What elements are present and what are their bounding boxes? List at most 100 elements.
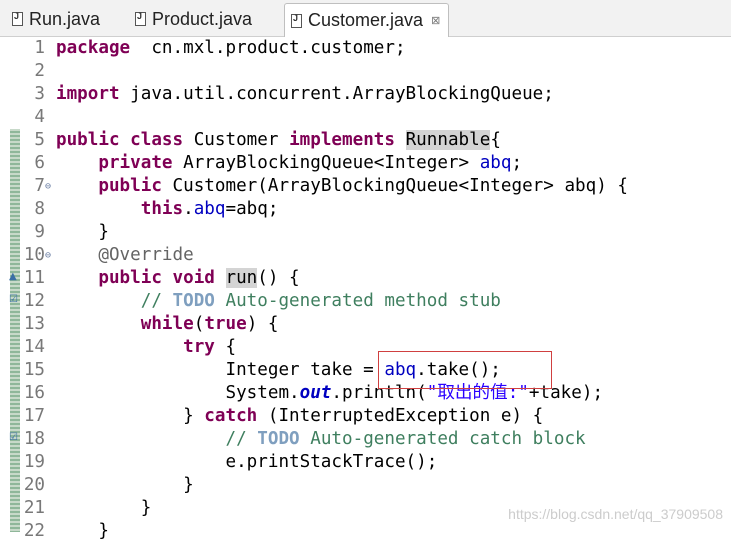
code-token: package: [56, 38, 131, 58]
line-number: 4: [34, 107, 45, 127]
fold-toggle-icon[interactable]: ⊖: [45, 244, 51, 267]
code-line[interactable]: 6 private ArrayBlockingQueue<Integer> ab…: [0, 152, 731, 175]
code-line[interactable]: 2: [0, 60, 731, 83]
code-token: ArrayBlockingQueue<Integer>: [172, 153, 480, 173]
code-text: public Customer(ArrayBlockingQueue<Integ…: [56, 175, 628, 198]
line-number: 13: [23, 314, 45, 334]
highlight-box: [378, 351, 552, 389]
code-token: class: [130, 130, 184, 150]
tab-label: Customer.java: [308, 10, 424, 30]
code-token: }: [56, 475, 194, 495]
code-token: }: [56, 521, 109, 541]
code-line[interactable]: 12 // TODO Auto-generated method stub: [0, 290, 731, 313]
code-text: }: [56, 497, 152, 520]
line-number: 10: [23, 245, 45, 265]
tab-label: Run.java: [29, 8, 101, 29]
code-line[interactable]: 7 ⊖ public Customer(ArrayBlockingQueue<In…: [0, 175, 731, 198]
code-line[interactable]: 16 System.out.println("取出的值:"+take);: [0, 382, 731, 405]
line-number: 2: [34, 61, 45, 81]
editor-tab-bar: Run.java Product.java Customer.java ⊠: [0, 0, 731, 37]
code-line[interactable]: 18 // TODO Auto-generated catch block: [0, 428, 731, 451]
line-number: 17: [23, 406, 45, 426]
code-token: {: [214, 337, 237, 357]
code-text: e.printStackTrace();: [56, 451, 437, 474]
code-token: run: [225, 268, 258, 288]
close-tab-icon[interactable]: ⊠: [431, 14, 440, 27]
code-token: () {: [257, 268, 300, 288]
code-line[interactable]: 5 public class Customer implements Runnab…: [0, 129, 731, 152]
code-line[interactable]: 13 while(true) {: [0, 313, 731, 336]
line-number: 21: [23, 498, 45, 518]
code-token: out: [299, 383, 332, 403]
code-token: ;: [511, 153, 523, 173]
tab-product-java[interactable]: Product.java: [135, 3, 252, 35]
line-number: 1: [34, 38, 45, 58]
code-line[interactable]: 19 e.printStackTrace();: [0, 451, 731, 474]
code-text: public class Customer implements Runnabl…: [56, 129, 501, 152]
tab-customer-java[interactable]: Customer.java ⊠: [284, 3, 450, 37]
code-line[interactable]: 1 package cn.mxl.product.customer;: [0, 37, 731, 60]
line-number: 18: [23, 429, 45, 449]
code-token: while: [140, 314, 194, 334]
code-token: }: [56, 498, 152, 518]
code-line[interactable]: 15 Integer take = abq.take();: [0, 359, 731, 382]
code-line[interactable]: 8 this.abq=abq;: [0, 198, 731, 221]
fold-toggle-icon[interactable]: ⊖: [45, 175, 51, 198]
code-line[interactable]: 10 ⊖ @Override: [0, 244, 731, 267]
line-number: 6: [34, 153, 45, 173]
code-text: while(true) {: [56, 313, 279, 336]
code-token: //: [225, 429, 258, 449]
code-token: Runnable: [405, 130, 491, 150]
code-line[interactable]: 9 }: [0, 221, 731, 244]
code-token: public: [56, 130, 120, 150]
code-line[interactable]: 3 import java.util.concurrent.ArrayBlocki…: [0, 83, 731, 106]
code-text: try {: [56, 336, 236, 359]
code-token: Auto-generated catch block: [299, 429, 586, 449]
code-token: abq: [479, 153, 512, 173]
line-number: 19: [23, 452, 45, 472]
java-file-icon: [12, 11, 23, 26]
line-number: 8: [34, 199, 45, 219]
code-text: // TODO Auto-generated method stub: [56, 290, 501, 313]
code-editor[interactable]: ▲ ☑ ☑ 1 package cn.mxl.product.customer; 2…: [0, 37, 731, 541]
code-token: public: [98, 268, 162, 288]
code-text: }: [56, 221, 109, 244]
code-token: cn.mxl.product.customer;: [130, 38, 406, 58]
code-line[interactable]: 11 public void run() {: [0, 267, 731, 290]
code-token: public: [98, 176, 162, 196]
code-text: // TODO Auto-generated catch block: [56, 428, 586, 451]
line-number: 3: [34, 84, 45, 104]
code-text: package cn.mxl.product.customer;: [56, 37, 406, 60]
code-token: import: [56, 84, 120, 104]
code-line[interactable]: 17 } catch (InterruptedException e) {: [0, 405, 731, 428]
code-token: (: [193, 314, 205, 334]
code-token: Customer: [183, 130, 290, 150]
code-token: true: [204, 314, 247, 334]
tab-run-java[interactable]: Run.java: [12, 3, 100, 35]
code-token: void: [172, 268, 215, 288]
code-line[interactable]: 20 }: [0, 474, 731, 497]
line-number: 9: [34, 222, 45, 242]
code-text: } catch (InterruptedException e) {: [56, 405, 543, 428]
code-line[interactable]: 4: [0, 106, 731, 129]
code-token: }: [56, 222, 109, 242]
code-line[interactable]: 14 try {: [0, 336, 731, 359]
code-token: Auto-generated method stub: [214, 291, 501, 311]
code-token: java.util.concurrent.ArrayBlockingQueue;: [119, 84, 554, 104]
code-text: import java.util.concurrent.ArrayBlockin…: [56, 83, 554, 106]
watermark: https://blog.csdn.net/qq_37909508: [508, 506, 723, 522]
code-token: {: [490, 130, 501, 150]
line-number: 15: [23, 360, 45, 380]
tab-label: Product.java: [152, 8, 253, 29]
